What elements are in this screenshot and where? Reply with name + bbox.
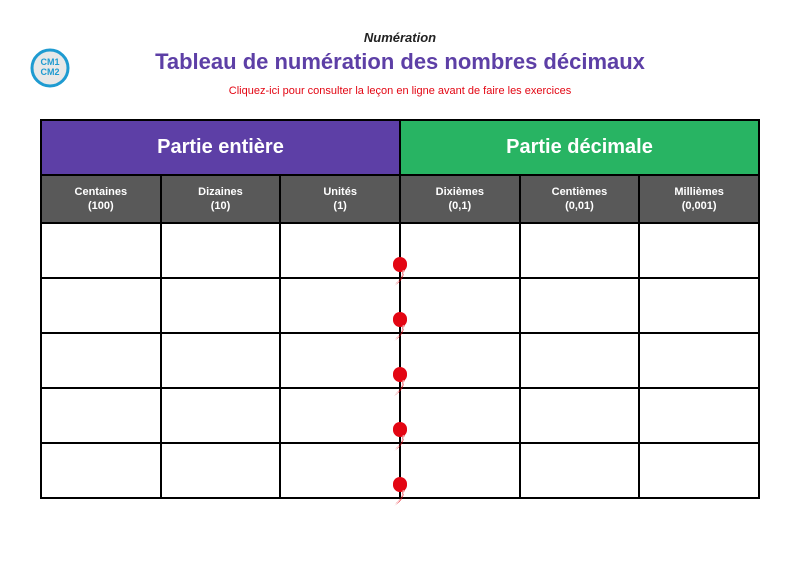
table-cell[interactable]: [520, 443, 640, 498]
table-cell[interactable]: [639, 443, 759, 498]
table-cell[interactable]: [520, 223, 640, 278]
table-cell[interactable]: [41, 388, 161, 443]
column-label: Millièmes: [640, 186, 758, 198]
column-header: Centaines (100): [41, 175, 161, 223]
table-cell[interactable]: [280, 333, 400, 388]
table-cell[interactable]: [639, 333, 759, 388]
column-value: (0,01): [521, 200, 639, 212]
page-title: Tableau de numération des nombres décima…: [40, 49, 760, 75]
table-cell[interactable]: [41, 223, 161, 278]
header: Numération Tableau de numération des nom…: [40, 30, 760, 99]
lesson-link[interactable]: Cliquez-ici pour consulter la leçon en l…: [229, 85, 571, 97]
column-header: Dixièmes (0,1): [400, 175, 520, 223]
column-value: (10): [162, 200, 280, 212]
badge-line1: CM1: [40, 57, 59, 67]
decimal-part-header: Partie décimale: [400, 120, 759, 175]
badge-line2: CM2: [40, 67, 59, 77]
column-value: (100): [42, 200, 160, 212]
table-cell[interactable]: [400, 443, 520, 498]
column-value: (1): [281, 200, 399, 212]
table-cell[interactable]: [41, 443, 161, 498]
grade-badge: CM1 CM2: [30, 48, 70, 88]
table-cell[interactable]: [280, 388, 400, 443]
table-cell[interactable]: [520, 333, 640, 388]
table-cell[interactable]: [41, 278, 161, 333]
column-label: Centièmes: [521, 186, 639, 198]
table-cell[interactable]: [400, 223, 520, 278]
table-cell[interactable]: [520, 388, 640, 443]
column-header: Unités (1): [280, 175, 400, 223]
table-cell[interactable]: [280, 443, 400, 498]
table-cell[interactable]: [400, 333, 520, 388]
table-cell[interactable]: [280, 278, 400, 333]
table-cell[interactable]: [280, 223, 400, 278]
column-label: Dixièmes: [401, 186, 519, 198]
column-label: Dizaines: [162, 186, 280, 198]
table-cell[interactable]: [639, 278, 759, 333]
table-cell[interactable]: [520, 278, 640, 333]
subject-label: Numération: [40, 30, 760, 45]
table-cell[interactable]: [41, 333, 161, 388]
table-cell[interactable]: [161, 388, 281, 443]
column-header: Dizaines (10): [161, 175, 281, 223]
table-cell[interactable]: [400, 388, 520, 443]
table-cell[interactable]: [400, 278, 520, 333]
table-cell[interactable]: [639, 388, 759, 443]
table-cell[interactable]: [639, 223, 759, 278]
column-value: (0,001): [640, 200, 758, 212]
column-value: (0,1): [401, 200, 519, 212]
place-value-table: Partie entière Partie décimale Centaines…: [40, 119, 760, 499]
column-label: Centaines: [42, 186, 160, 198]
table-cell[interactable]: [161, 223, 281, 278]
table-cell[interactable]: [161, 333, 281, 388]
integer-part-header: Partie entière: [41, 120, 400, 175]
column-label: Unités: [281, 186, 399, 198]
table-cell[interactable]: [161, 278, 281, 333]
column-header: Centièmes (0,01): [520, 175, 640, 223]
column-header: Millièmes (0,001): [639, 175, 759, 223]
table-cell[interactable]: [161, 443, 281, 498]
